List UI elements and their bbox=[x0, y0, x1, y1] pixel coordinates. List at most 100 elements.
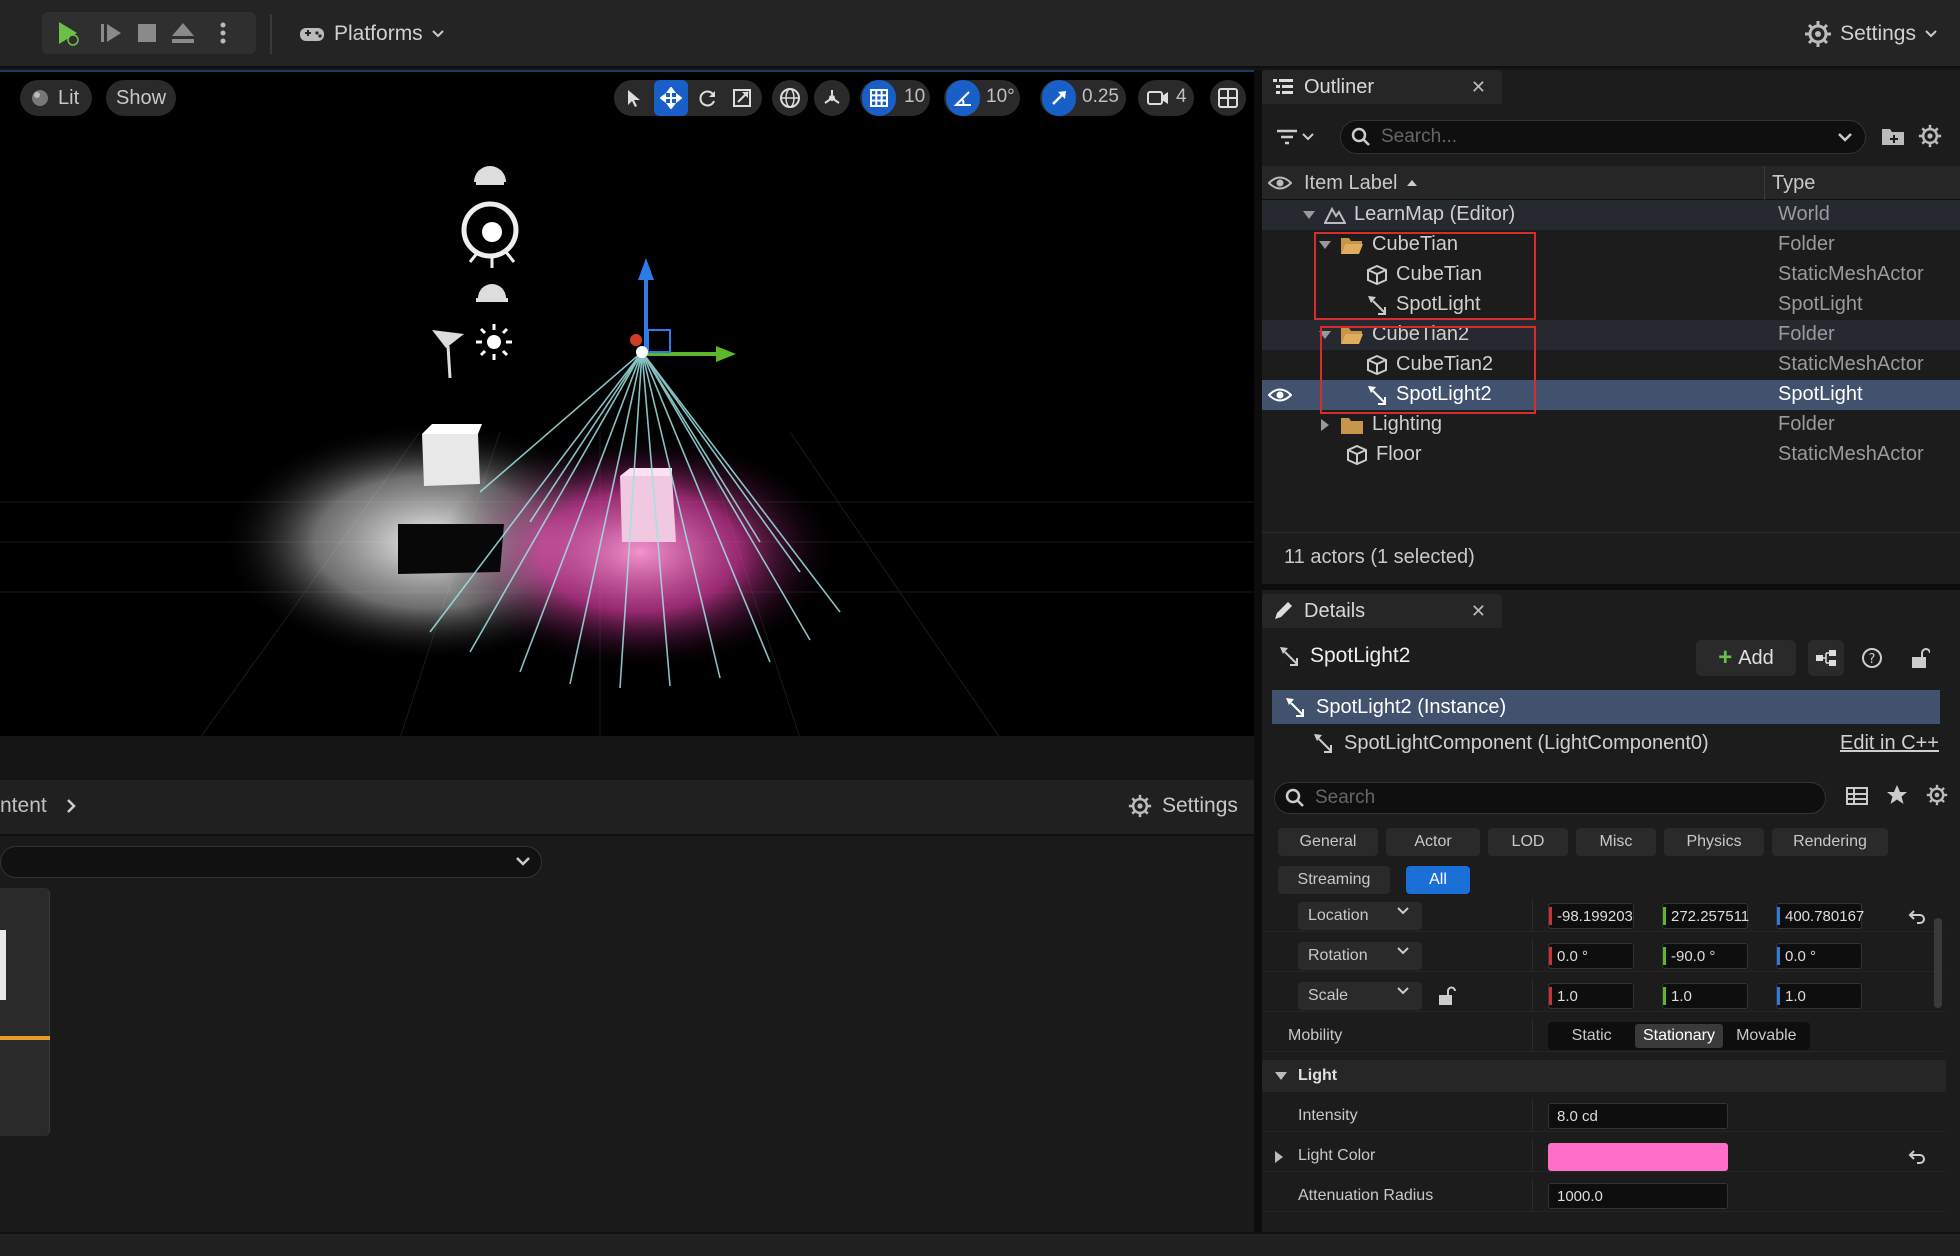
grid-snap-toggle[interactable] bbox=[862, 80, 896, 116]
add-folder-button[interactable] bbox=[1880, 124, 1908, 152]
category-actor[interactable]: Actor bbox=[1386, 828, 1480, 856]
intensity-field[interactable]: 8.0 cd bbox=[1548, 1103, 1728, 1129]
actor-instance-row[interactable]: SpotLight2 (Instance) bbox=[1272, 690, 1940, 724]
reset-arrow-icon[interactable] bbox=[1908, 908, 1926, 924]
content-path-label: ntent bbox=[0, 794, 47, 817]
component-row[interactable]: SpotLightComponent (LightComponent0) bbox=[1312, 726, 1709, 760]
location-x-field[interactable]: -98.199203 bbox=[1548, 903, 1634, 929]
scale-x-field[interactable]: 1.0 bbox=[1548, 983, 1634, 1009]
location-dropdown[interactable]: Location bbox=[1298, 902, 1422, 930]
viewport-scene[interactable] bbox=[0, 72, 1254, 736]
grid-snap-group[interactable]: 10 bbox=[860, 80, 930, 116]
viewport-layout-button[interactable] bbox=[1210, 80, 1246, 116]
scale-tool[interactable] bbox=[726, 80, 758, 116]
lock-button[interactable] bbox=[1902, 640, 1938, 676]
intensity-label: Intensity bbox=[1298, 1107, 1358, 1124]
blueprint-button[interactable] bbox=[1808, 640, 1844, 676]
world-local-toggle[interactable] bbox=[772, 80, 808, 116]
edit-in-cpp-link[interactable]: Edit in C++ bbox=[1840, 732, 1939, 755]
platforms-menu[interactable]: Platforms bbox=[298, 14, 445, 54]
surface-snap-icon bbox=[824, 90, 840, 104]
details-scrollbar[interactable] bbox=[1934, 918, 1942, 1008]
details-tab[interactable]: Details ✕ bbox=[1262, 594, 1502, 628]
level-viewport[interactable]: Lit Show 10 10° 0.25 4 bbox=[0, 70, 1254, 736]
settings-menu[interactable]: Settings bbox=[1804, 14, 1938, 54]
chevron-down-icon bbox=[1838, 133, 1852, 142]
play-button[interactable] bbox=[48, 12, 86, 54]
close-icon[interactable]: ✕ bbox=[1471, 601, 1486, 622]
mobility-stationary[interactable]: Stationary bbox=[1635, 1024, 1723, 1048]
outliner-row-floor[interactable]: Floor StaticMeshActor bbox=[1262, 440, 1960, 470]
close-icon[interactable]: ✕ bbox=[1471, 77, 1486, 98]
attenuation-label: Attenuation Radius bbox=[1298, 1187, 1434, 1204]
category-lod[interactable]: LOD bbox=[1488, 828, 1568, 856]
play-icon bbox=[59, 22, 79, 46]
category-general[interactable]: General bbox=[1278, 828, 1378, 856]
skip-frame-button[interactable] bbox=[92, 12, 130, 54]
surface-snap-toggle[interactable] bbox=[814, 80, 850, 116]
collapse-arrow-icon[interactable] bbox=[1274, 1150, 1284, 1164]
attenuation-field[interactable]: 1000.0 bbox=[1548, 1183, 1728, 1209]
rotation-y-field[interactable]: -90.0 ° bbox=[1662, 943, 1748, 969]
category-physics[interactable]: Physics bbox=[1664, 828, 1764, 856]
rotation-snap-group[interactable]: 10° bbox=[944, 80, 1020, 116]
column-type[interactable]: Type bbox=[1772, 172, 1815, 195]
location-y-field[interactable]: 272.257511 bbox=[1662, 903, 1749, 929]
category-rendering[interactable]: Rendering bbox=[1772, 828, 1888, 856]
camera-speed-group[interactable]: 4 bbox=[1138, 80, 1194, 116]
mobility-static[interactable]: Static bbox=[1548, 1024, 1635, 1048]
outliner-tab[interactable]: Outliner ✕ bbox=[1262, 70, 1502, 104]
select-tool[interactable] bbox=[618, 80, 650, 116]
rotation-dropdown[interactable]: Rotation bbox=[1298, 942, 1422, 970]
asset-thumbnail[interactable] bbox=[0, 888, 50, 1136]
rotation-z-field[interactable]: 0.0 ° bbox=[1776, 943, 1862, 969]
view-mode-lit[interactable]: Lit bbox=[20, 80, 92, 116]
expand-arrow-icon bbox=[1275, 1072, 1287, 1080]
outliner-settings-button[interactable] bbox=[1918, 124, 1946, 152]
column-item-label[interactable]: Item Label bbox=[1304, 172, 1397, 195]
add-component-button[interactable]: + Add bbox=[1696, 640, 1796, 676]
help-button[interactable]: ? bbox=[1854, 640, 1890, 676]
scale-z-field[interactable]: 1.0 bbox=[1776, 983, 1862, 1009]
table-view-button[interactable] bbox=[1846, 786, 1868, 812]
component-label: SpotLightComponent (LightComponent0) bbox=[1344, 731, 1709, 754]
scale-snap-toggle[interactable] bbox=[1042, 80, 1076, 116]
svg-text:?: ? bbox=[1869, 652, 1876, 667]
sky-light-icon bbox=[474, 166, 506, 185]
details-settings-button[interactable] bbox=[1926, 784, 1948, 812]
category-streaming[interactable]: Streaming bbox=[1278, 866, 1390, 894]
show-button[interactable]: Show bbox=[106, 80, 176, 116]
scale-y-field[interactable]: 1.0 bbox=[1662, 983, 1748, 1009]
intensity-value: 8.0 cd bbox=[1557, 1107, 1598, 1125]
eject-button[interactable] bbox=[164, 12, 202, 54]
rotate-tool[interactable] bbox=[692, 80, 724, 116]
content-path-breadcrumb[interactable]: ntent bbox=[0, 794, 77, 818]
unlock-icon[interactable] bbox=[1438, 986, 1456, 1006]
mobility-movable[interactable]: Movable bbox=[1723, 1024, 1810, 1048]
details-search[interactable]: Search bbox=[1274, 782, 1826, 814]
scale-dropdown[interactable]: Scale bbox=[1298, 982, 1422, 1010]
rotation-snap-toggle[interactable] bbox=[946, 80, 980, 116]
location-z-field[interactable]: 400.780167 bbox=[1776, 903, 1864, 929]
stop-button[interactable] bbox=[128, 12, 166, 54]
content-settings-button[interactable]: Settings bbox=[1128, 794, 1238, 818]
outliner-row-world[interactable]: LearnMap (Editor) World bbox=[1262, 200, 1960, 230]
light-section-header[interactable]: Light bbox=[1262, 1060, 1946, 1092]
outliner-row-folder-lighting[interactable]: Lighting Folder bbox=[1262, 410, 1960, 440]
translate-tool[interactable] bbox=[654, 80, 688, 116]
light-color-swatch[interactable] bbox=[1548, 1143, 1728, 1171]
rotation-x-field[interactable]: 0.0 ° bbox=[1548, 943, 1634, 969]
outliner-search[interactable]: Search... bbox=[1340, 120, 1866, 154]
row-label: Lighting bbox=[1372, 413, 1443, 435]
content-filter-combo[interactable] bbox=[0, 846, 542, 878]
filter-button[interactable] bbox=[1276, 120, 1326, 154]
chevron-down-icon bbox=[1397, 947, 1409, 955]
category-all[interactable]: All bbox=[1406, 866, 1470, 894]
favorites-button[interactable] bbox=[1886, 784, 1908, 812]
reset-arrow-icon[interactable] bbox=[1908, 1148, 1926, 1164]
scale-snap-group[interactable]: 0.25 bbox=[1040, 80, 1126, 116]
panel-splitter[interactable] bbox=[1254, 70, 1262, 1232]
category-misc[interactable]: Misc bbox=[1576, 828, 1656, 856]
more-options-button[interactable] bbox=[208, 12, 238, 54]
kebab-icon bbox=[220, 22, 226, 44]
